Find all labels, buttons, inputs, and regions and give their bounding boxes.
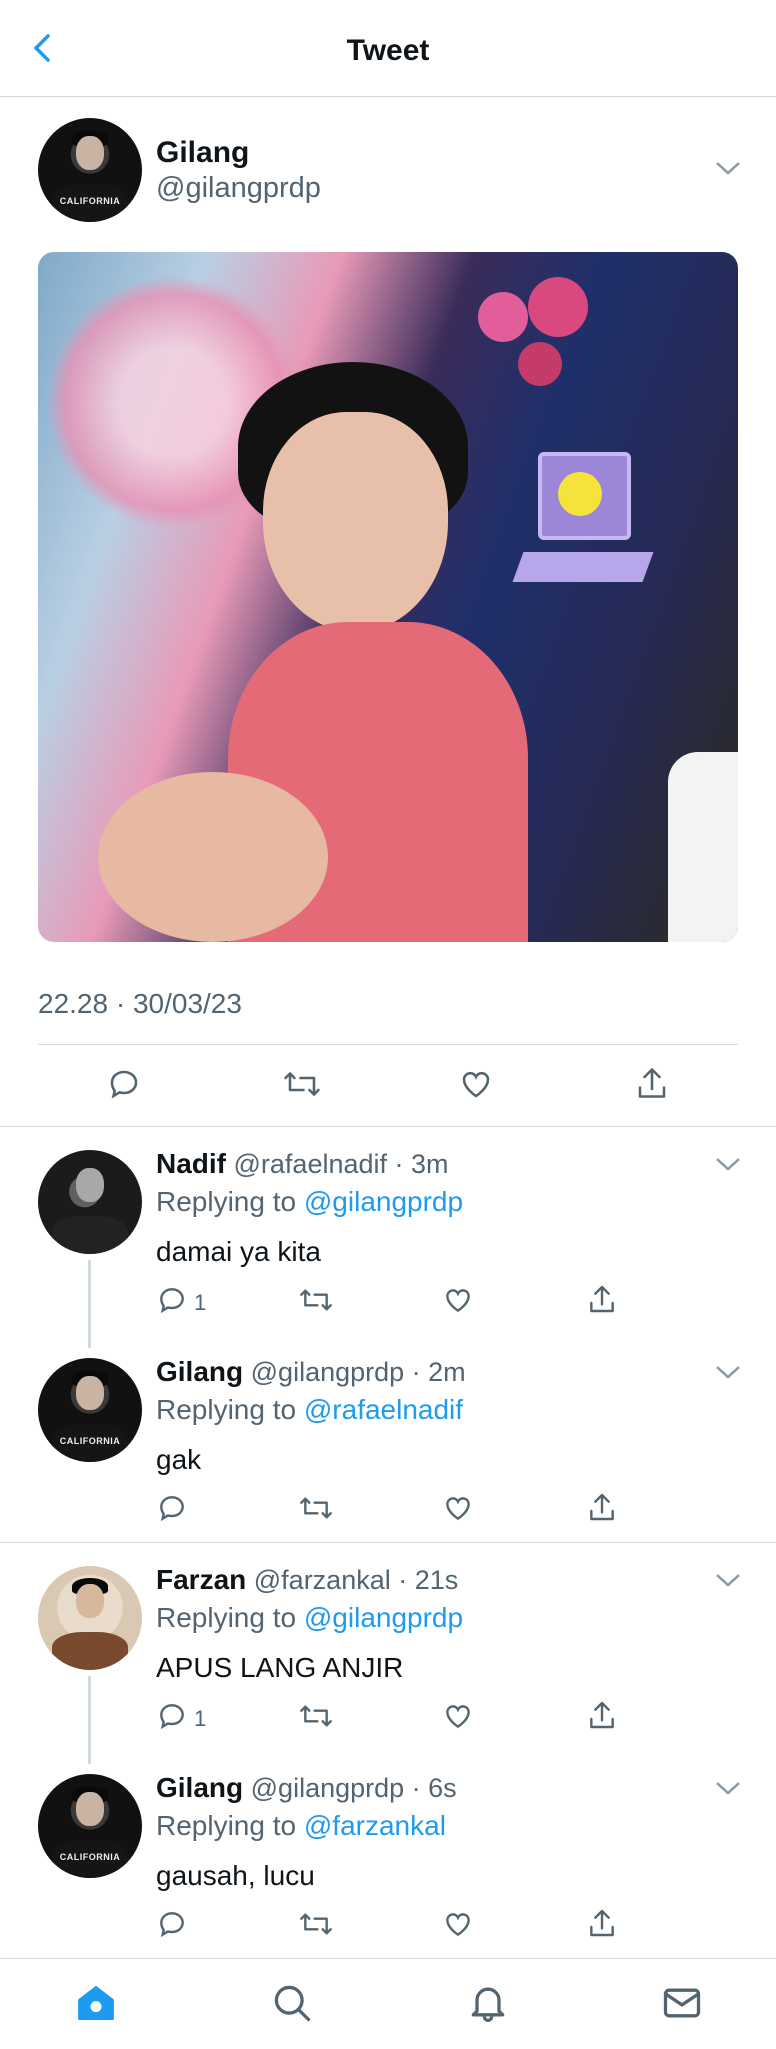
- reply-text: damai ya kita: [156, 1236, 321, 1267]
- replying-to-link[interactable]: @rafaelnadif: [304, 1394, 463, 1425]
- chevron-down-icon[interactable]: [714, 1154, 742, 1174]
- notifications-icon[interactable]: [466, 1979, 510, 2025]
- replying-to-link[interactable]: @farzankal: [304, 1810, 446, 1841]
- retweet-icon[interactable]: [298, 1492, 334, 1524]
- reply-name[interactable]: Farzan: [156, 1564, 246, 1595]
- reply-icon[interactable]: [106, 1066, 142, 1102]
- tweet-photo[interactable]: [38, 252, 738, 942]
- divider: [0, 1542, 776, 1543]
- chevron-down-icon[interactable]: [714, 1362, 742, 1382]
- reply-icon[interactable]: [156, 1700, 188, 1732]
- reply-avatar[interactable]: CALIFORNIA: [38, 1774, 142, 1878]
- retweet-icon[interactable]: [298, 1908, 334, 1940]
- reply-icon[interactable]: [156, 1284, 188, 1316]
- replying-to-link[interactable]: @gilangprdp: [304, 1186, 463, 1217]
- reply-name[interactable]: Gilang: [156, 1356, 243, 1387]
- share-icon[interactable]: [634, 1064, 670, 1102]
- reply-time: · 2m: [411, 1357, 466, 1387]
- divider: [38, 1044, 738, 1045]
- author-avatar[interactable]: CALIFORNIA: [38, 118, 142, 222]
- messages-icon[interactable]: [660, 1981, 704, 2025]
- replying-to: Replying to @farzankal: [156, 1810, 446, 1842]
- reply-time: · 3m: [394, 1149, 449, 1179]
- replying-prefix: Replying to: [156, 1394, 297, 1425]
- retweet-icon[interactable]: [298, 1284, 334, 1316]
- share-icon[interactable]: [586, 1282, 618, 1316]
- page-title: Tweet: [346, 34, 430, 67]
- reply-text: APUS LANG ANJIR: [156, 1652, 404, 1683]
- reply-icon[interactable]: [156, 1908, 188, 1940]
- reply-name[interactable]: Nadif: [156, 1148, 226, 1179]
- replying-prefix: Replying to: [156, 1810, 297, 1841]
- reply-avatar[interactable]: [38, 1150, 142, 1254]
- avatar-shirt-text: CALIFORNIA: [59, 196, 121, 206]
- like-icon[interactable]: [442, 1284, 474, 1316]
- share-icon[interactable]: [586, 1698, 618, 1732]
- replying-to-link[interactable]: @gilangprdp: [304, 1602, 463, 1633]
- reply-count: 1: [194, 1706, 207, 1731]
- reply-handle[interactable]: @farzankal: [254, 1565, 391, 1595]
- replying-to: Replying to @gilangprdp: [156, 1602, 463, 1634]
- like-icon[interactable]: [442, 1492, 474, 1524]
- avatar-shirt-text: CALIFORNIA: [59, 1436, 121, 1446]
- reply-handle[interactable]: @rafaelnadif: [234, 1149, 388, 1179]
- like-icon[interactable]: [458, 1066, 494, 1102]
- chevron-down-icon[interactable]: [714, 158, 742, 178]
- reply-handle[interactable]: @gilangprdp: [251, 1357, 405, 1387]
- bottom-tab-bar: [0, 1958, 776, 2049]
- home-icon[interactable]: [74, 1981, 118, 2025]
- reply-time: · 6s: [411, 1773, 457, 1803]
- reply-avatar[interactable]: CALIFORNIA: [38, 1358, 142, 1462]
- author-name[interactable]: Gilang: [156, 136, 249, 170]
- thread-line: [88, 1260, 91, 1348]
- replying-to: Replying to @gilangprdp: [156, 1186, 463, 1218]
- top-bar: Tweet: [0, 0, 776, 97]
- like-icon[interactable]: [442, 1700, 474, 1732]
- avatar-shirt-text: CALIFORNIA: [59, 1852, 121, 1862]
- reply-handle[interactable]: @gilangprdp: [251, 1773, 405, 1803]
- reply-time: · 21s: [398, 1565, 459, 1595]
- replying-prefix: Replying to: [156, 1186, 297, 1217]
- tweet-timestamp: 22.28 · 30/03/23: [38, 988, 242, 1019]
- replying-prefix: Replying to: [156, 1602, 297, 1633]
- reply-text: gak: [156, 1444, 202, 1475]
- reply-count: 1: [194, 1290, 207, 1315]
- reply-icon[interactable]: [156, 1492, 188, 1524]
- share-icon[interactable]: [586, 1906, 618, 1940]
- thread-line: [88, 1676, 91, 1764]
- like-icon[interactable]: [442, 1908, 474, 1940]
- reply-text: gausah, lucu: [156, 1860, 315, 1891]
- divider: [0, 1126, 776, 1127]
- search-icon[interactable]: [270, 1981, 314, 2025]
- replying-to: Replying to @rafaelnadif: [156, 1394, 463, 1426]
- retweet-icon[interactable]: [298, 1700, 334, 1732]
- share-icon[interactable]: [586, 1490, 618, 1524]
- reply-name[interactable]: Gilang: [156, 1772, 243, 1803]
- author-handle[interactable]: @gilangprdp: [156, 172, 321, 205]
- retweet-icon[interactable]: [282, 1066, 322, 1102]
- chevron-down-icon[interactable]: [714, 1778, 742, 1798]
- reply-avatar[interactable]: [38, 1566, 142, 1670]
- chevron-down-icon[interactable]: [714, 1570, 742, 1590]
